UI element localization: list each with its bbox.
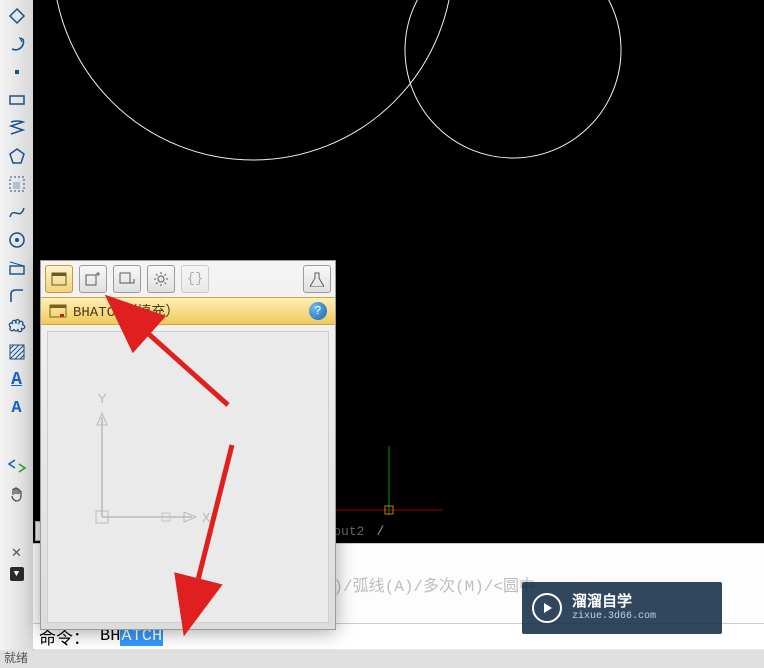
axis-y-label: Y [98, 392, 107, 408]
pan-hand-icon[interactable] [5, 482, 29, 506]
close-panel-icon[interactable]: ✕ [10, 547, 24, 561]
annotation-a-icon[interactable]: A [5, 368, 29, 392]
point-tool-icon[interactable] [5, 60, 29, 84]
pentagon-tool-icon[interactable] [5, 144, 29, 168]
status-text: 就绪 [4, 652, 28, 666]
popup-toolbar: {} [41, 261, 335, 297]
boundary-tool-icon[interactable] [5, 172, 29, 196]
watermark-url: zixue.3d66.com [572, 611, 656, 623]
watermark: 溜溜自学 zixue.3d66.com [522, 582, 722, 634]
hatch-item-icon [49, 304, 67, 318]
status-bar: 就绪 [0, 650, 764, 668]
help-icon[interactable]: ? [309, 302, 327, 320]
box-l-icon[interactable] [113, 265, 141, 293]
rectangle-tool-icon[interactable] [5, 88, 29, 112]
axis-x-label: X [202, 511, 211, 527]
spline-tool-icon[interactable] [5, 200, 29, 224]
gear-icon[interactable] [147, 265, 175, 293]
helix-tool-icon[interactable] [5, 116, 29, 140]
panel-controls: ✕ ▼ [0, 547, 33, 581]
arc-tool-icon[interactable] [5, 32, 29, 56]
autocomplete-item-bhatch[interactable]: BHATCH（填充） ? [41, 297, 335, 325]
watermark-title: 溜溜自学 [572, 594, 656, 611]
box-plus-icon[interactable] [79, 265, 107, 293]
play-icon [532, 593, 562, 623]
polygon-tool-icon[interactable] [5, 4, 29, 28]
popup-preview-area: Y X [47, 331, 329, 623]
panel-dropdown-icon[interactable]: ▼ [10, 567, 24, 581]
fillet-tool-icon[interactable] [5, 284, 29, 308]
autocomplete-popup: {} BHATCH（填充） ? Y X [40, 260, 336, 630]
undo-arrows-icon[interactable] [5, 454, 29, 478]
dialog-icon[interactable] [45, 265, 73, 293]
braces-icon[interactable]: {} [181, 265, 209, 293]
hatch-tool-icon[interactable] [5, 340, 29, 364]
autocomplete-item-label: BHATCH（填充） [73, 301, 179, 321]
wipeout-tool-icon[interactable] [5, 256, 29, 280]
donut-tool-icon[interactable] [5, 228, 29, 252]
text-a-icon[interactable]: A [5, 396, 29, 420]
revision-cloud-icon[interactable] [5, 312, 29, 336]
flask-icon[interactable] [303, 265, 331, 293]
